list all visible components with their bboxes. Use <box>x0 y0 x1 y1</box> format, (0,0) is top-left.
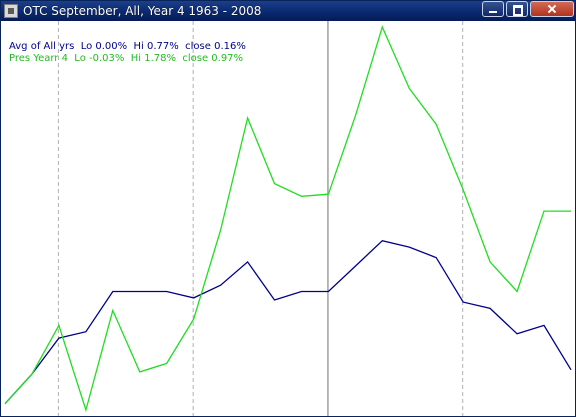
legend-avg-hi: Hi 0.77% <box>133 41 179 52</box>
legend-pres-label: Pres Yearr 4 <box>9 53 68 64</box>
chart-area: Avg of All yrs Lo 0.00% Hi 0.77% close 0… <box>1 21 575 416</box>
legend-avg: Avg of All yrs Lo 0.00% Hi 0.77% close 0… <box>9 41 246 53</box>
series-line-pres-year-4 <box>4 25 571 413</box>
close-button[interactable] <box>530 1 574 17</box>
legend-avg-lo: Lo 0.00% <box>80 41 128 52</box>
maximize-button[interactable] <box>506 1 528 17</box>
series-line-avg-all-years <box>4 239 572 405</box>
minimize-button[interactable] <box>482 1 504 17</box>
title-bar[interactable]: OTC September, All, Year 4 1963 - 2008 <box>1 1 575 21</box>
legend-pres-lo: Lo -0.03% <box>74 53 125 64</box>
legend-pres-hi: Hi 1.78% <box>130 53 176 64</box>
line-chart <box>4 21 572 416</box>
legend-pres-close: close 0.97% <box>182 53 244 64</box>
chart-window: OTC September, All, Year 4 1963 - 2008 A… <box>0 0 576 417</box>
legend-pres: Pres Yearr 4 Lo -0.03% Hi 1.78% close 0.… <box>9 53 243 65</box>
window-title: OTC September, All, Year 4 1963 - 2008 <box>23 4 262 18</box>
legend-avg-label: Avg of All yrs <box>9 41 75 52</box>
app-icon[interactable] <box>4 4 18 18</box>
legend-avg-close: close 0.16% <box>185 41 246 52</box>
